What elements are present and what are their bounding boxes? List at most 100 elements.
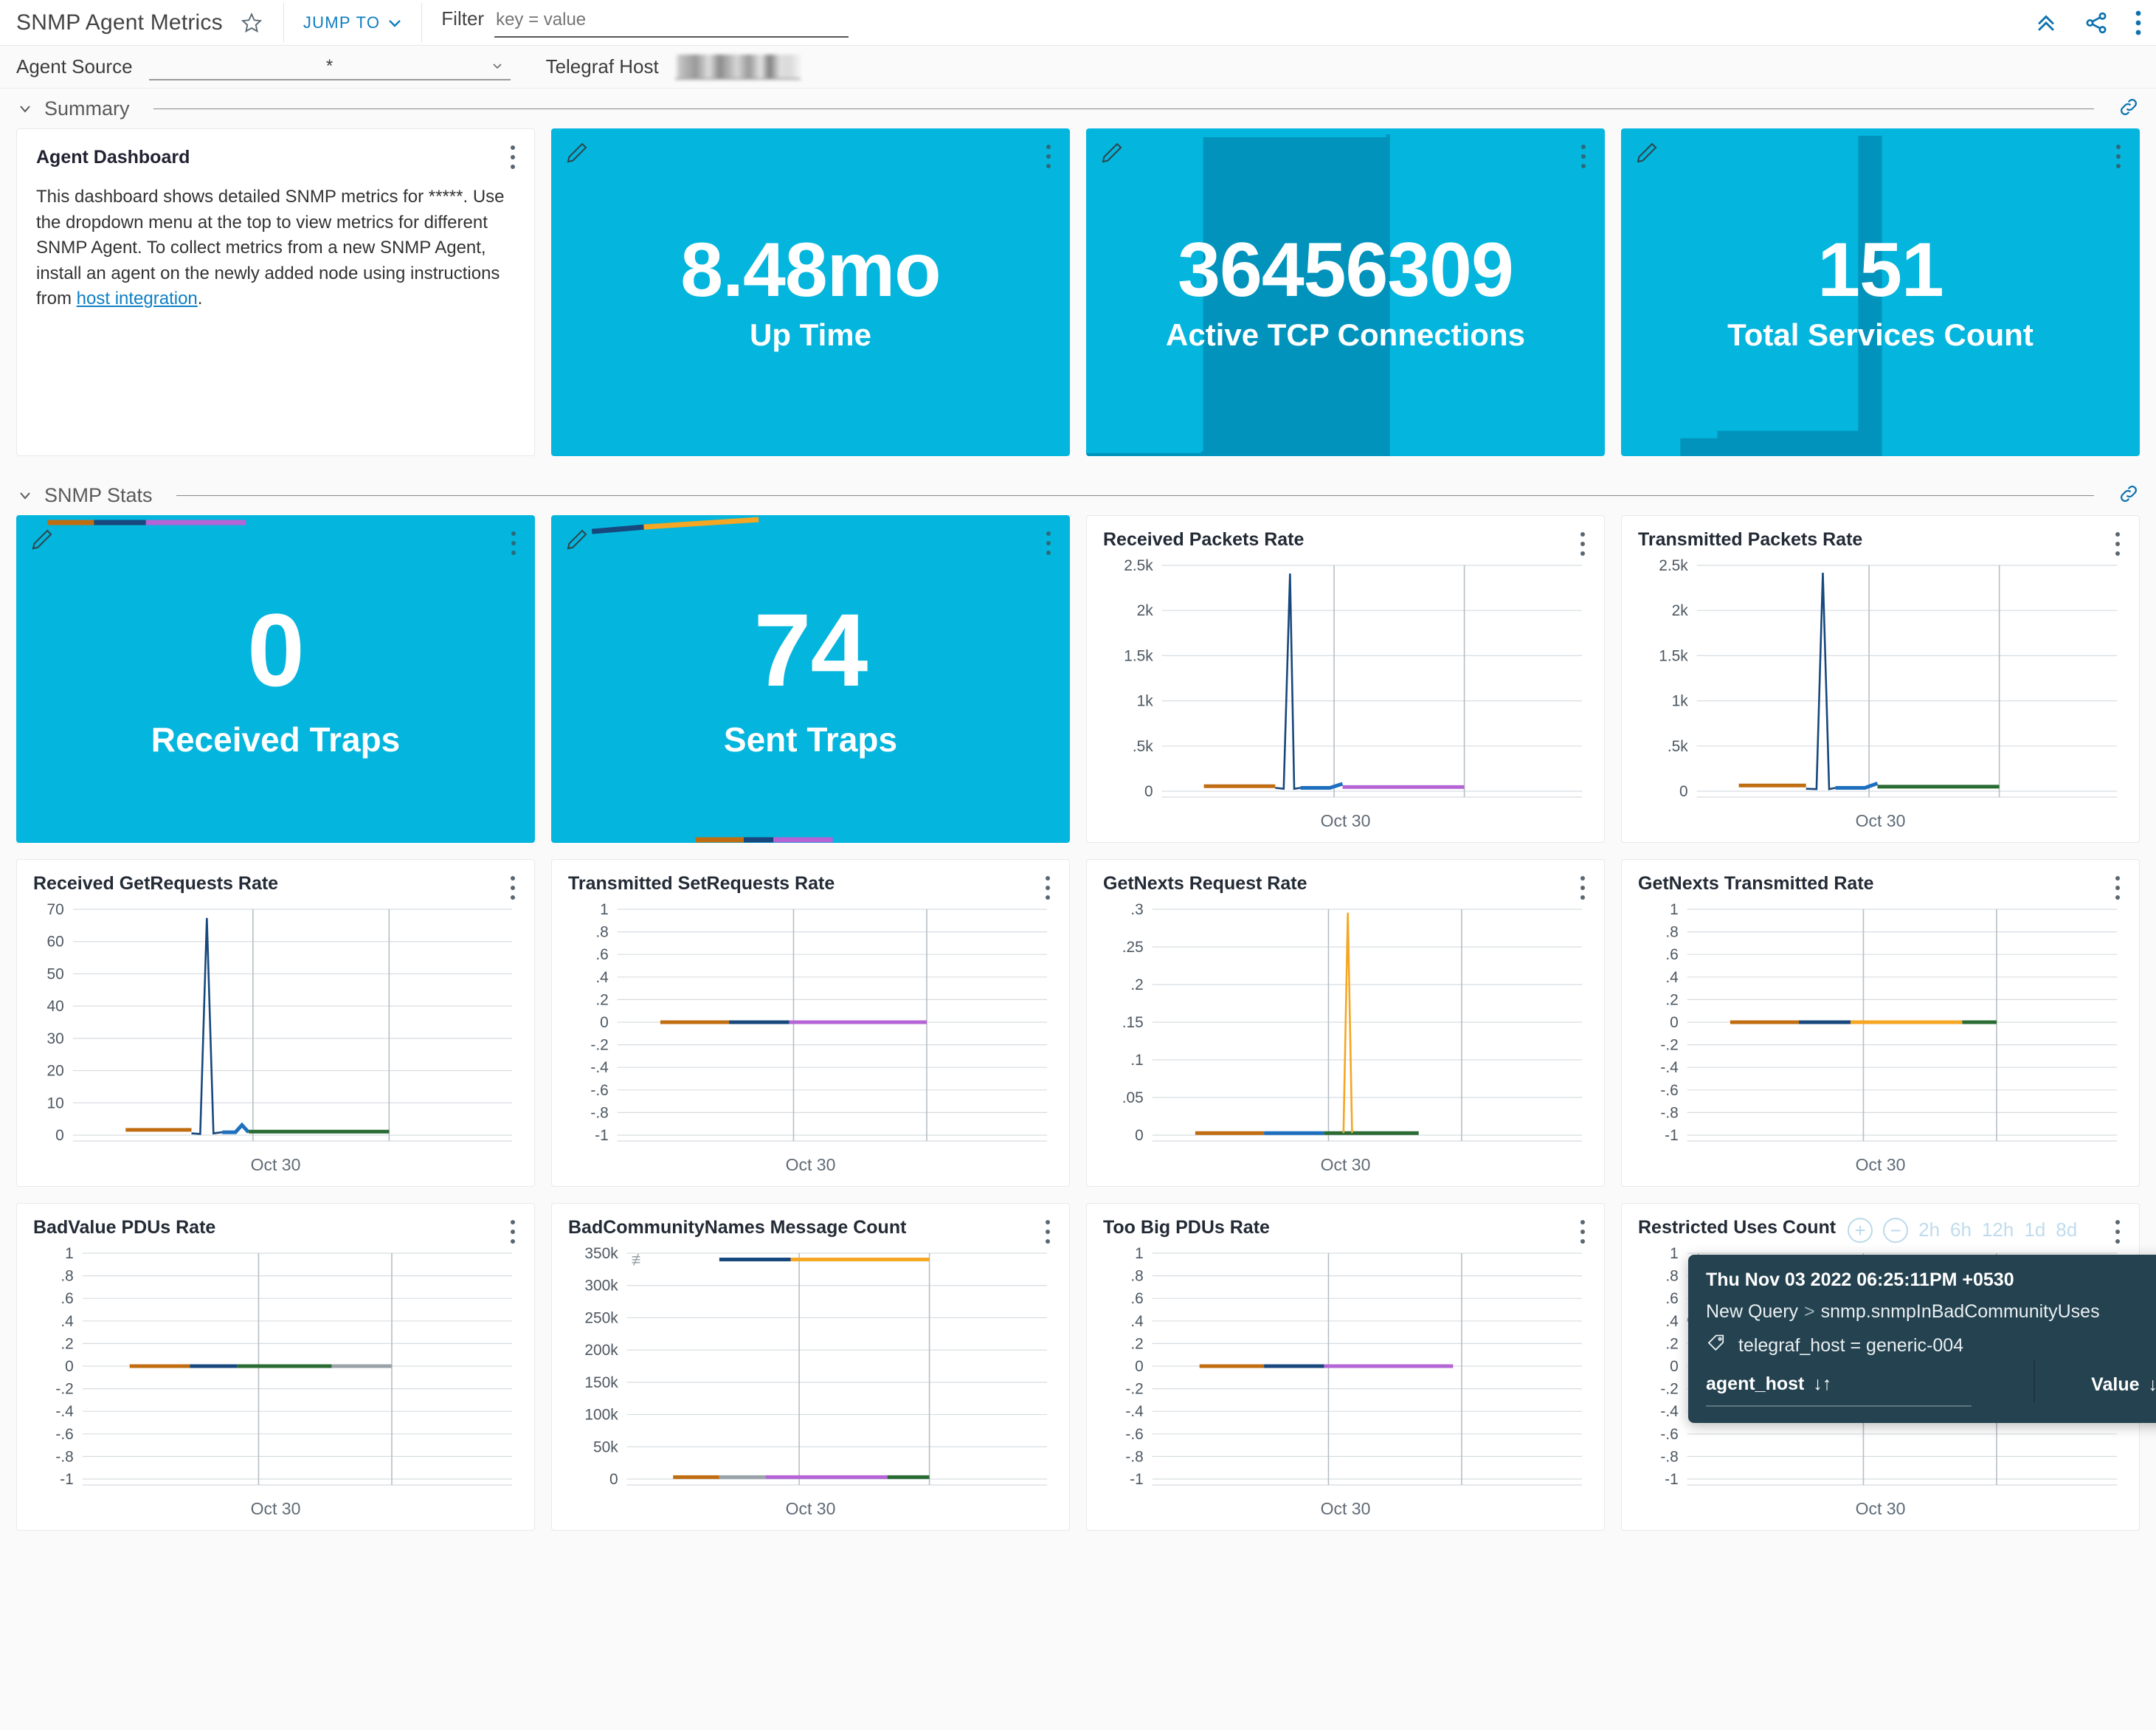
svg-text:0: 0 bbox=[1670, 1358, 1679, 1375]
page-title: SNMP Agent Metrics bbox=[16, 10, 223, 35]
cell-menu-icon[interactable] bbox=[503, 1217, 522, 1247]
chart-svg: 0 .5k 1k 1.5k 2k 2.5k bbox=[1124, 557, 1583, 800]
range-option-8d[interactable]: 8d bbox=[2056, 1219, 2077, 1241]
plot-area[interactable]: -1 -.8 -.6 -.4 -.2 0 .2 .4 .6 .8 1 Oct 30 bbox=[33, 1243, 518, 1518]
svg-text:70: 70 bbox=[47, 901, 64, 918]
cell-menu-icon[interactable] bbox=[1038, 1217, 1057, 1247]
cell-menu-icon[interactable] bbox=[1573, 1217, 1592, 1247]
chevron-down-icon bbox=[389, 19, 401, 27]
svg-text:-.6: -.6 bbox=[590, 1082, 608, 1099]
edit-pencil-icon[interactable] bbox=[1099, 140, 1124, 169]
cell-menu-icon[interactable] bbox=[1573, 873, 1592, 903]
range-option-2h[interactable]: 2h bbox=[1918, 1219, 1940, 1241]
graph-received-getrequests-rate: Received GetRequests Rate 0 10 20 30 40 50 60 7… bbox=[16, 859, 535, 1187]
chart-svg: -1 -.8 -.6 -.4 -.2 0 .2 .4 .6 .8 1 bbox=[1125, 1245, 1583, 1488]
plot-area[interactable]: -1 -.8 -.6 -.4 -.2 0 .2 .4 .6 .8 1 Oct 30 bbox=[568, 899, 1053, 1174]
agent-source-label: Agent Source bbox=[16, 55, 133, 77]
plot-area[interactable]: 0 50k 100k 150k 200k 250k 300k 350k ≢ Oct 30 bbox=[568, 1243, 1053, 1518]
x-axis-label: Oct 30 bbox=[785, 1499, 836, 1518]
svg-text:-.6: -.6 bbox=[1660, 1426, 1678, 1443]
graph-title: GetNexts Request Rate bbox=[1103, 873, 1307, 894]
cell-menu-icon[interactable] bbox=[2108, 873, 2127, 903]
svg-text:.2: .2 bbox=[1130, 976, 1143, 993]
svg-text:40: 40 bbox=[47, 998, 64, 1015]
range-option-12h[interactable]: 12h bbox=[1982, 1219, 2014, 1241]
filter-label: Filter bbox=[441, 7, 485, 30]
svg-text:-.2: -.2 bbox=[1125, 1381, 1143, 1398]
cell-menu-icon[interactable] bbox=[1574, 142, 1593, 171]
link-icon[interactable] bbox=[2118, 96, 2140, 122]
plot-area[interactable]: 0 .5k 1k 1.5k 2k 2.5k Oct 30 bbox=[1103, 555, 1588, 830]
svg-text:.2: .2 bbox=[1665, 1335, 1678, 1352]
share-icon[interactable] bbox=[2084, 10, 2109, 35]
svg-text:-.8: -.8 bbox=[1125, 1448, 1143, 1465]
svg-text:100k: 100k bbox=[584, 1407, 618, 1424]
time-range-controls: + − 2h 6h 12h 1d 8d bbox=[1848, 1217, 2077, 1243]
telegraf-host-dropdown[interactable] bbox=[674, 54, 801, 80]
cell-menu-icon[interactable] bbox=[1573, 529, 1592, 559]
note-text-after: . bbox=[197, 289, 203, 309]
x-axis-label: Oct 30 bbox=[1320, 1499, 1371, 1518]
agent-source-dropdown[interactable]: * bbox=[148, 54, 511, 80]
plot-area[interactable]: 0 .5k 1k 1.5k 2k 2.5k Oct 30 bbox=[1638, 555, 2123, 830]
zoom-in-button[interactable]: + bbox=[1848, 1217, 1873, 1243]
svg-text:30: 30 bbox=[47, 1030, 64, 1047]
svg-text:-.4: -.4 bbox=[1660, 1403, 1679, 1420]
plot-area[interactable]: -1 -.8 -.6 -.4 -.2 0 .2 .4 .6 .8 1 Oct 30 bbox=[1638, 899, 2123, 1174]
cell-menu-icon[interactable] bbox=[503, 142, 522, 172]
svg-text:.6: .6 bbox=[1665, 946, 1678, 963]
stat-value: 74 bbox=[753, 592, 868, 708]
svg-text:.5k: .5k bbox=[1133, 738, 1153, 755]
tooltip-column-divider bbox=[2034, 1359, 2035, 1402]
svg-text:-.2: -.2 bbox=[1660, 1037, 1678, 1054]
top-bar-actions bbox=[2034, 0, 2143, 46]
svg-text:-1: -1 bbox=[1665, 1127, 1679, 1144]
star-icon[interactable] bbox=[239, 10, 264, 35]
svg-text:50: 50 bbox=[47, 965, 64, 982]
cell-menu-icon[interactable] bbox=[504, 528, 523, 558]
svg-text:.4: .4 bbox=[1665, 969, 1679, 986]
plot-area[interactable]: 0 10 20 30 40 50 60 70 Oct 30 bbox=[33, 899, 518, 1174]
cell-menu-icon[interactable] bbox=[2108, 1217, 2127, 1247]
zoom-out-button[interactable]: − bbox=[1883, 1217, 1909, 1243]
agent-dashboard-note: Agent Dashboard This dashboard shows det… bbox=[16, 128, 535, 456]
x-axis-label: Oct 30 bbox=[250, 1499, 301, 1518]
link-icon[interactable] bbox=[2118, 483, 2140, 509]
plot-area[interactable]: 0 .05 .1 .15 .2 .25 .3 Oct 30 bbox=[1103, 899, 1588, 1174]
edit-pencil-icon[interactable] bbox=[564, 527, 590, 556]
divider bbox=[283, 2, 284, 43]
filter-input[interactable] bbox=[494, 7, 849, 38]
cell-menu-icon[interactable] bbox=[2109, 142, 2128, 171]
svg-text:0: 0 bbox=[609, 1471, 618, 1488]
section-snmp-stats[interactable]: SNMP Stats bbox=[0, 475, 2156, 515]
plot-area[interactable]: -1 -.8 -.6 -.4 -.2 0 .2 .4 .6 .8 1 Oct 30 bbox=[1103, 1243, 1588, 1518]
stat-label: Up Time bbox=[750, 317, 871, 352]
cell-menu-icon[interactable] bbox=[1038, 873, 1057, 903]
svg-text:1: 1 bbox=[1670, 1245, 1679, 1262]
cell-menu-icon[interactable] bbox=[1039, 528, 1058, 558]
cell-menu-icon[interactable] bbox=[1039, 142, 1058, 171]
range-option-1d[interactable]: 1d bbox=[2024, 1219, 2045, 1241]
host-integration-link[interactable]: host integration bbox=[77, 289, 198, 309]
svg-text:350k: 350k bbox=[584, 1245, 618, 1262]
overflow-menu-icon[interactable] bbox=[2134, 8, 2143, 38]
range-option-6h[interactable]: 6h bbox=[1950, 1219, 1972, 1241]
collapse-all-icon[interactable] bbox=[2034, 10, 2059, 35]
cell-menu-icon[interactable] bbox=[2108, 529, 2127, 559]
section-summary[interactable]: Summary bbox=[0, 89, 2156, 128]
tooltip-column-key[interactable]: agent_host ↓↑ bbox=[1706, 1374, 1972, 1407]
chart-svg: 0 .5k 1k 1.5k 2k 2.5k bbox=[1659, 557, 2118, 800]
edit-pencil-icon[interactable] bbox=[564, 140, 590, 169]
svg-text:50k: 50k bbox=[593, 1438, 618, 1455]
graph-title: Restricted Uses Count bbox=[1638, 1217, 1837, 1238]
cell-menu-icon[interactable] bbox=[503, 873, 522, 903]
svg-text:250k: 250k bbox=[584, 1309, 618, 1326]
jump-to-button[interactable]: JUMP TO bbox=[303, 13, 402, 32]
tooltip-column-value[interactable]: Value ↓ bbox=[2091, 1374, 2156, 1406]
svg-text:≢: ≢ bbox=[632, 1250, 648, 1269]
graph-title: BadCommunityNames Message Count bbox=[568, 1217, 907, 1238]
note-title: Agent Dashboard bbox=[36, 147, 190, 168]
edit-pencil-icon[interactable] bbox=[1634, 140, 1659, 169]
edit-pencil-icon[interactable] bbox=[30, 527, 55, 556]
top-bar: SNMP Agent Metrics JUMP TO Filter bbox=[0, 0, 2156, 46]
